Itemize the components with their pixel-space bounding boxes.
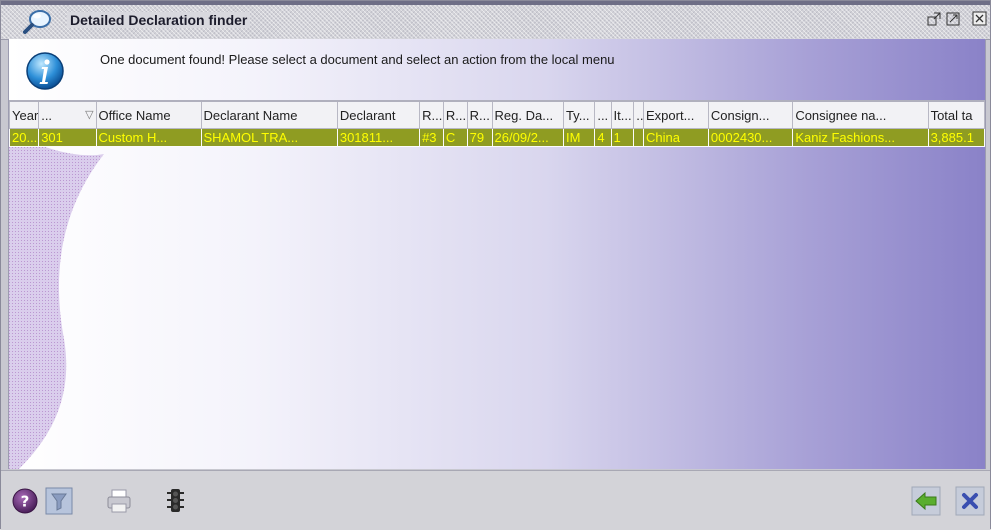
column-header-c11[interactable]: ... — [594, 100, 612, 129]
column-header-r3[interactable]: R... — [466, 100, 493, 129]
maximize-window-icon[interactable] — [945, 10, 963, 28]
window-title: Detailed Declaration finder — [67, 12, 251, 28]
column-header-type[interactable]: Ty... — [562, 100, 596, 129]
column-header-consignee[interactable]: Consign... — [707, 100, 794, 129]
results-table: Year ... ▽ Office Name Declarant Name Dec… — [9, 100, 985, 147]
column-header-declarant-name[interactable]: Declarant Name — [200, 100, 338, 129]
table-cell[interactable]: #3 — [419, 128, 444, 147]
traffic-light-icon[interactable] — [161, 487, 189, 515]
title-bar-edge — [1, 1, 990, 5]
magnifier-icon — [23, 10, 51, 34]
table-cell[interactable]: 20... — [9, 128, 40, 147]
column-header-r2[interactable]: R... — [442, 100, 468, 129]
table-cell[interactable]: C — [442, 128, 468, 147]
table-cell[interactable]: Kaniz Fashions... — [792, 128, 929, 147]
table-cell[interactable]: 301 — [38, 128, 97, 147]
back-arrow-icon[interactable] — [911, 486, 941, 516]
bottom-toolbar: ? — [1, 470, 990, 530]
table-cell[interactable]: 301811... — [336, 128, 421, 147]
table-cell[interactable]: 3,885.1 — [927, 128, 985, 147]
sort-descending-icon: ▽ — [85, 108, 94, 121]
table-cell[interactable]: IM — [562, 128, 596, 147]
table-cell[interactable]: 79 — [466, 128, 493, 147]
title-bar[interactable]: Detailed Declaration finder — [1, 1, 990, 40]
column-header-declarant[interactable]: Declarant — [336, 100, 421, 129]
column-header-office-name[interactable]: Office Name — [95, 100, 202, 129]
column-header-r1[interactable]: R... — [419, 100, 444, 129]
table-cell[interactable] — [633, 128, 644, 147]
table-row[interactable]: 20... 301 Custom H... SHAMOL TRA... 3018… — [9, 128, 985, 147]
column-header-consignee-name[interactable]: Consignee na... — [792, 100, 929, 129]
column-header-items[interactable]: It... — [610, 100, 635, 129]
table-cell[interactable]: Custom H... — [95, 128, 202, 147]
column-header-total-taxes[interactable]: Total ta — [927, 100, 985, 129]
column-header-c13[interactable]: ... — [633, 100, 644, 129]
table-cell[interactable]: 26/09/2... — [491, 128, 564, 147]
column-header-office-code[interactable]: ... ▽ — [38, 100, 97, 129]
table-cell[interactable]: China — [643, 128, 709, 147]
table-cell[interactable]: 1 — [610, 128, 635, 147]
close-window-icon[interactable] — [971, 10, 989, 28]
print-icon[interactable] — [105, 487, 133, 515]
table-header-row: Year ... ▽ Office Name Declarant Name Dec… — [9, 100, 985, 129]
results-panel: One document found! Please select a docu… — [8, 39, 986, 469]
column-header-year[interactable]: Year — [9, 100, 40, 129]
info-icon — [26, 52, 64, 90]
column-header-reg-date[interactable]: Reg. Da... — [491, 100, 564, 129]
status-message: One document found! Please select a docu… — [100, 52, 615, 67]
help-icon[interactable]: ? — [11, 487, 39, 515]
column-header-export[interactable]: Export... — [643, 100, 709, 129]
table-cell[interactable]: 0002430... — [707, 128, 794, 147]
cancel-icon[interactable] — [955, 486, 985, 516]
svg-text:?: ? — [21, 493, 30, 511]
table-cell[interactable]: SHAMOL TRA... — [200, 128, 338, 147]
table-cell[interactable]: 4 — [594, 128, 612, 147]
declaration-finder-window: Detailed Declaration finder One document… — [0, 0, 991, 530]
restore-window-icon[interactable] — [926, 10, 944, 28]
filter-icon[interactable] — [45, 487, 73, 515]
